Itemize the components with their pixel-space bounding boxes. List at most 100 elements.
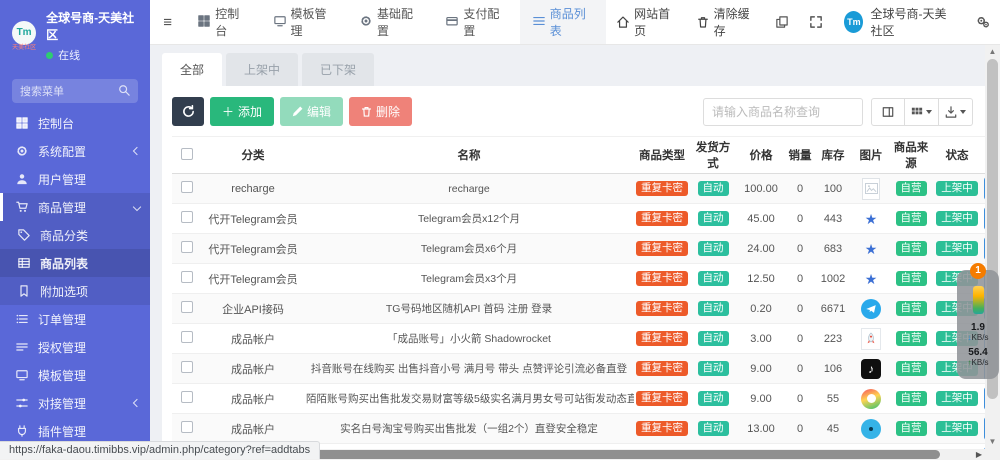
product-sales: 0 — [786, 174, 814, 204]
product-price: 100.00 — [736, 174, 786, 204]
product-row: 代开Telegram会员Telegram会员x3个月重复卡密自动12.50010… — [172, 264, 985, 294]
table-panel: ＋添加 编辑 删除 — [162, 86, 985, 453]
sidebar-item-product-category[interactable]: 商品分类 — [0, 221, 150, 249]
delivery-badge: 自动 — [698, 181, 729, 197]
scroll-right-arrow[interactable]: ▶ — [976, 449, 982, 460]
product-name: 抖音账号在线购买 出售抖音小号 满月号 带头 点赞评论引流必备直登 — [304, 354, 634, 384]
tab-off-sale[interactable]: 已下架 — [302, 53, 374, 86]
avatar: Tm — [844, 11, 863, 33]
sidebar-item-product-list[interactable]: 商品列表 — [0, 249, 150, 277]
tab-on-sale[interactable]: 上架中 — [226, 53, 298, 86]
product-price: 3.00 — [736, 324, 786, 354]
sidebar-toggle-button[interactable]: ≡ — [150, 0, 185, 44]
status-badge[interactable]: 上架中 — [936, 181, 978, 197]
product-sales: 0 — [786, 294, 814, 324]
user-menu[interactable]: Tm 全球号商-天美社区 — [833, 0, 966, 44]
refresh-button[interactable] — [172, 97, 204, 126]
clear-cache-button[interactable]: 清除缓存 — [686, 0, 766, 44]
star-product-image[interactable]: ★ — [860, 208, 882, 230]
row-checkbox[interactable] — [181, 421, 193, 433]
sidebar-item-system-config[interactable]: 系统配置 — [0, 137, 150, 165]
product-stock: 223 — [814, 324, 852, 354]
sidebar-item-dashboard[interactable]: 控制台 — [0, 109, 150, 137]
product-price: 0.20 — [736, 294, 786, 324]
username: 全球号商-天美社区 — [870, 5, 958, 39]
sidebar-item-template-management[interactable]: 模板管理 — [0, 361, 150, 389]
row-checkbox[interactable] — [181, 301, 193, 313]
row-checkbox[interactable] — [181, 331, 193, 343]
whale-product-image[interactable] — [860, 418, 882, 440]
navtab-payment-config[interactable]: 支付配置 — [433, 0, 519, 44]
product-name: TG号码地区随机API 首码 注册 登录 — [304, 294, 634, 324]
settings-button[interactable] — [966, 0, 1000, 44]
row-checkbox[interactable] — [181, 211, 193, 223]
status-badge[interactable]: 上架中 — [936, 391, 978, 407]
sidebar-item-extra-options[interactable]: 附加选项 — [0, 277, 150, 305]
status-badge[interactable]: 上架中 — [936, 211, 978, 227]
delete-button[interactable]: 删除 — [349, 97, 412, 126]
export-button[interactable] — [939, 98, 973, 126]
menu-search-input[interactable]: 搜索菜单 — [12, 79, 138, 103]
sidebar-item-order-management[interactable]: 订单管理 — [0, 305, 150, 333]
telegram-product-image[interactable] — [860, 298, 882, 320]
trash-icon — [361, 106, 372, 117]
plus-icon: ＋ — [222, 103, 234, 120]
product-type-badge: 重复卡密 — [636, 361, 688, 377]
sidebar-item-product-management[interactable]: 商品管理 — [0, 193, 150, 221]
row-checkbox[interactable] — [181, 271, 193, 283]
sidebar-item-user-management[interactable]: 用户管理 — [0, 165, 150, 193]
row-checkbox[interactable] — [181, 181, 193, 193]
col-price: 价格 — [736, 137, 786, 174]
star-product-image[interactable]: ★ — [860, 268, 882, 290]
status-badge[interactable]: 上架中 — [936, 241, 978, 257]
star-product-image[interactable]: ★ — [860, 238, 882, 260]
select-all-checkbox[interactable] — [181, 148, 193, 160]
sidebar-item-integration-management[interactable]: 对接管理 — [0, 389, 150, 417]
broken-image-icon[interactable] — [862, 178, 880, 200]
product-row: 成品帐户实名白号淘宝号购买出售批发（一组2个）直登安全稳定重复卡密自动13.00… — [172, 414, 985, 444]
list-icon — [533, 15, 545, 30]
fullscreen-button[interactable] — [799, 0, 833, 44]
source-badge: 自营 — [896, 331, 927, 347]
row-checkbox[interactable] — [181, 391, 193, 403]
caret-down-icon — [960, 110, 966, 114]
vertical-scrollbar[interactable]: ▲ ▼ — [985, 45, 1000, 460]
momo-product-image[interactable] — [860, 388, 882, 410]
search-toggle-button[interactable] — [871, 98, 905, 126]
edit-button[interactable]: 编辑 — [280, 97, 343, 126]
navtab-basic-config[interactable]: 基础配置 — [347, 0, 433, 44]
row-checkbox[interactable] — [181, 241, 193, 253]
copy-page-button[interactable] — [765, 0, 799, 44]
scroll-down-arrow[interactable]: ▼ — [985, 436, 1000, 448]
sidebar-item-license-management[interactable]: 授权管理 — [0, 333, 150, 361]
product-name: 陌陌账号购买出售批发交易财富等级5级实名满月男女号可站街发动态直登【2个1组起拿… — [304, 384, 634, 414]
scroll-up-arrow[interactable]: ▲ — [985, 46, 1000, 58]
tiktok-product-image[interactable]: ♪ — [860, 358, 882, 380]
tab-all[interactable]: 全部 — [162, 53, 222, 86]
status-badge[interactable]: 上架中 — [936, 421, 978, 437]
navtab-product-list[interactable]: 商品列表 — [520, 0, 606, 44]
chevron-left-icon — [133, 147, 141, 155]
home-icon — [617, 16, 629, 28]
chevron-left-icon — [133, 399, 141, 407]
add-button[interactable]: ＋添加 — [210, 97, 274, 126]
home-page-link[interactable]: 网站首页 — [606, 0, 686, 44]
col-status: 状态 — [932, 137, 982, 174]
product-stock: 100 — [814, 174, 852, 204]
notification-badge: 1 — [970, 263, 986, 279]
navtab-template[interactable]: 模板管理 — [261, 0, 347, 44]
source-badge: 自营 — [896, 301, 927, 317]
brand[interactable]: Tm 天美社区 全球号商-天美社区 在线 — [0, 0, 150, 69]
gear-icon — [360, 15, 372, 30]
col-sales: 销量 — [786, 137, 814, 174]
product-price: 9.00 — [736, 384, 786, 414]
navtab-dashboard[interactable]: 控制台 — [185, 0, 260, 44]
caret-down-icon — [926, 110, 932, 114]
product-search-input[interactable] — [703, 98, 863, 126]
rocket-product-image[interactable] — [860, 328, 882, 350]
product-category: 成品帐户 — [202, 354, 304, 384]
network-monitor-widget[interactable]: 1 1.9 ↓KB/s 56.4 ↑KB/s — [957, 270, 999, 379]
sliders-icon — [14, 397, 30, 409]
columns-button[interactable] — [905, 98, 939, 126]
row-checkbox[interactable] — [181, 361, 193, 373]
